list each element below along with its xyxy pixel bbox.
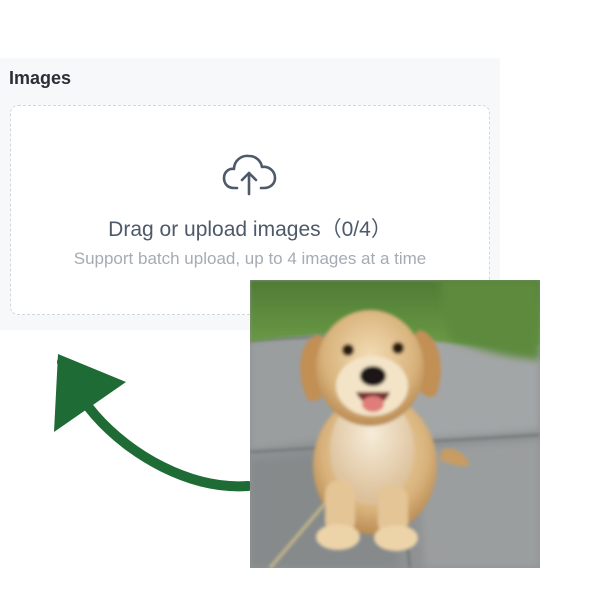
upload-title[interactable]: Drag or upload images（0/4）: [0, 213, 500, 243]
dog-photo: [250, 280, 540, 568]
upload-hint: Support batch upload, up to 4 images at …: [73, 249, 427, 268]
cloud-upload-icon[interactable]: [221, 150, 279, 198]
section-title: Images: [9, 68, 72, 88]
curved-arrow-icon: [40, 340, 255, 500]
